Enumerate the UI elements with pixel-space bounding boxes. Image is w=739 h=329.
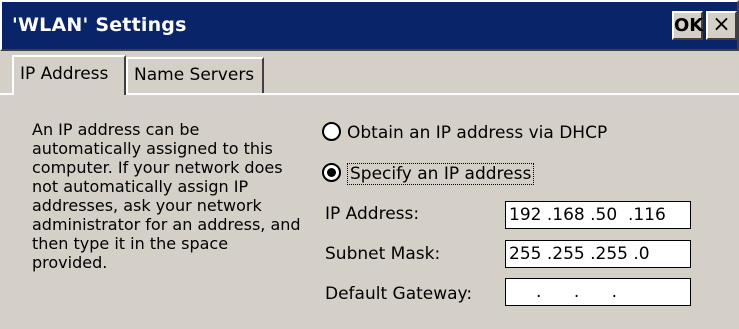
default-gateway-field[interactable]: . . . (505, 278, 691, 306)
tab-strip: Name Servers IP Address (0, 51, 739, 95)
specify-ip-label[interactable]: Specify an IP address (347, 163, 535, 185)
dhcp-radio[interactable] (322, 121, 341, 141)
subnet-mask-label: Subnet Mask: (325, 244, 441, 264)
ip-address-label: IP Address: (325, 204, 420, 224)
close-button[interactable]: × (706, 11, 737, 40)
tab-panel-join (14, 93, 124, 95)
default-gateway-label: Default Gateway: (325, 284, 473, 304)
ip-description-text: An IP address can be automatically assig… (32, 120, 301, 272)
specify-ip-option[interactable]: Specify an IP address (322, 162, 535, 186)
dhcp-label[interactable]: Obtain an IP address via DHCP (347, 123, 607, 143)
dhcp-option[interactable]: Obtain an IP address via DHCP (322, 121, 607, 145)
specify-ip-radio[interactable] (322, 162, 341, 182)
ip-address-field[interactable]: 192 .168 .50 .116 (505, 201, 691, 229)
window-title: 'WLAN' Settings (12, 14, 187, 36)
tab-ip-address[interactable]: IP Address (12, 55, 126, 95)
title-bar: 'WLAN' Settings OK × (0, 0, 739, 51)
tab-name-servers[interactable]: Name Servers (126, 57, 264, 93)
ok-button[interactable]: OK (672, 11, 703, 40)
subnet-mask-field[interactable]: 255 .255 .255 .0 (505, 240, 691, 268)
wlan-settings-window: 'WLAN' Settings OK × Name Servers IP Add… (0, 0, 739, 329)
